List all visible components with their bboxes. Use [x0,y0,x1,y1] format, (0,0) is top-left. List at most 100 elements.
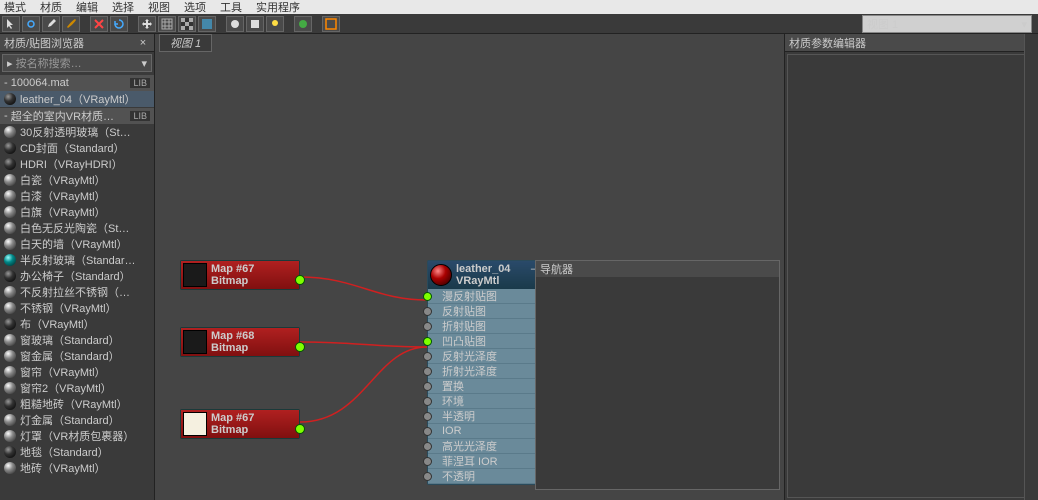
material-slot[interactable]: 置换 [428,379,541,394]
material-item[interactable]: 布（VRayMtl） [0,316,154,332]
material-slot[interactable]: 反射光泽度 [428,349,541,364]
input-pin[interactable] [423,322,432,331]
input-pin[interactable] [423,412,432,421]
material-node[interactable]: leather_04VRayMtl – 漫反射贴图反射贴图折射贴图凹凸贴图反射光… [427,260,542,485]
material-slot[interactable]: 折射贴图 [428,319,541,334]
browser-header: 材质/贴图浏览器 × [0,34,154,52]
group-header[interactable]: - 100064.matLIB [0,75,154,91]
node-editor-viewport[interactable]: 视图 1 Map #67Bitmap Map #68Bitmap Map #67Bi… [155,34,784,500]
material-item[interactable]: leather_04（VRayMtl） [0,91,154,107]
viewport-tab[interactable]: 视图 1 [159,34,212,52]
tool-full[interactable] [322,16,340,32]
navigator-panel[interactable]: 导航器 [535,260,780,490]
input-pin[interactable] [423,472,432,481]
input-pin[interactable] [423,442,432,451]
input-pin[interactable] [423,382,432,391]
material-item[interactable]: 半反射玻璃（Standar… [0,252,154,268]
scrollbar-vertical[interactable] [1024,34,1038,500]
material-preview-icon [4,158,16,170]
tool-pointer[interactable] [2,16,20,32]
input-pin[interactable] [423,427,432,436]
tool-checker[interactable] [178,16,196,32]
material-label: HDRI（VRayHDRI） [20,156,123,172]
menu-item[interactable]: 编辑 [76,0,98,15]
material-item[interactable]: 白漆（VRayMtl） [0,188,154,204]
material-slot[interactable]: 高光光泽度 [428,439,541,454]
viewport-dropdown[interactable]: 视图 1▾ [862,15,1032,33]
material-slot[interactable]: 不透明 [428,469,541,484]
material-item[interactable]: 白天的墙（VRayMtl） [0,236,154,252]
material-item[interactable]: 白瓷（VRayMtl） [0,172,154,188]
input-pin[interactable] [423,397,432,406]
material-item[interactable]: 窗帘（VRayMtl） [0,364,154,380]
menu-item[interactable]: 选择 [112,0,134,15]
menu-item[interactable]: 选项 [184,0,206,15]
material-slot[interactable]: 凹凸贴图 [428,334,541,349]
tool-light[interactable] [266,16,284,32]
tool-brush[interactable] [62,16,80,32]
material-item[interactable]: 灯罩（VR材质包裹器） [0,428,154,444]
tool-dropper[interactable] [42,16,60,32]
menu-item[interactable]: 模式 [4,0,26,15]
close-icon[interactable]: × [136,37,150,49]
material-slot[interactable]: 反射贴图 [428,304,541,319]
slot-label: 漫反射贴图 [442,288,497,304]
input-pin[interactable] [423,337,432,346]
material-item[interactable]: 粗糙地砖（VRayMtl） [0,396,154,412]
material-slot[interactable]: 半透明 [428,409,541,424]
menu-item[interactable]: 工具 [220,0,242,15]
output-pin[interactable] [295,275,305,285]
group-header[interactable]: - 超全的室内VR材质…LIB [0,108,154,124]
material-item[interactable]: 不锈钢（VRayMtl） [0,300,154,316]
material-item[interactable]: 窗帘2（VRayMtl） [0,380,154,396]
menu-item[interactable]: 实用程序 [256,0,300,15]
material-item[interactable]: 不反射拉丝不锈钢（… [0,284,154,300]
node-header[interactable]: Map #68Bitmap [181,328,299,356]
input-pin[interactable] [423,352,432,361]
material-slot[interactable]: 菲涅耳 IOR [428,454,541,469]
material-item[interactable]: 白旗（VRayMtl） [0,204,154,220]
material-item[interactable]: 地毯（Standard） [0,444,154,460]
menu-item[interactable]: 视图 [148,0,170,15]
material-item[interactable]: 地砖（VRayMtl） [0,460,154,476]
input-pin[interactable] [423,292,432,301]
material-item[interactable]: CD封面（Standard） [0,140,154,156]
node-header[interactable]: Map #67Bitmap [181,261,299,289]
tool-render[interactable] [294,16,312,32]
tool-sphere[interactable] [226,16,244,32]
tool-layout[interactable] [198,16,216,32]
material-slot[interactable]: 环境 [428,394,541,409]
output-pin[interactable] [295,424,305,434]
material-slot[interactable]: IOR [428,424,541,439]
material-node-header[interactable]: leather_04VRayMtl – [428,261,541,289]
material-label: 半反射玻璃（Standar… [20,252,136,268]
menu-item[interactable]: 材质 [40,0,62,15]
tool-pick[interactable] [22,16,40,32]
tool-delete[interactable] [90,16,108,32]
node-thumbnail [183,412,207,436]
material-item[interactable]: 窗金属（Standard） [0,348,154,364]
search-input[interactable]: ▸ 按名称搜索… ▾ [2,54,152,72]
material-item[interactable]: 30反射透明玻璃（St… [0,124,154,140]
input-pin[interactable] [423,457,432,466]
input-pin[interactable] [423,307,432,316]
output-pin[interactable] [295,342,305,352]
material-label: 白漆（VRayMtl） [20,188,106,204]
input-pin[interactable] [423,367,432,376]
node-header[interactable]: Map #67Bitmap [181,410,299,438]
bitmap-node[interactable]: Map #67Bitmap [180,260,300,290]
tool-cube[interactable] [246,16,264,32]
tool-move[interactable] [138,16,156,32]
material-slot[interactable]: 折射光泽度 [428,364,541,379]
material-item[interactable]: 窗玻璃（Standard） [0,332,154,348]
material-item[interactable]: 白色无反光陶瓷（St… [0,220,154,236]
material-item[interactable]: HDRI（VRayHDRI） [0,156,154,172]
tool-grid[interactable] [158,16,176,32]
material-item[interactable]: 办公椅子（Standard） [0,268,154,284]
chevron-down-icon[interactable]: ▾ [141,57,147,70]
tool-restore[interactable] [110,16,128,32]
material-item[interactable]: 灯金属（Standard） [0,412,154,428]
material-slot[interactable]: 漫反射贴图 [428,289,541,304]
bitmap-node[interactable]: Map #67Bitmap [180,409,300,439]
bitmap-node[interactable]: Map #68Bitmap [180,327,300,357]
